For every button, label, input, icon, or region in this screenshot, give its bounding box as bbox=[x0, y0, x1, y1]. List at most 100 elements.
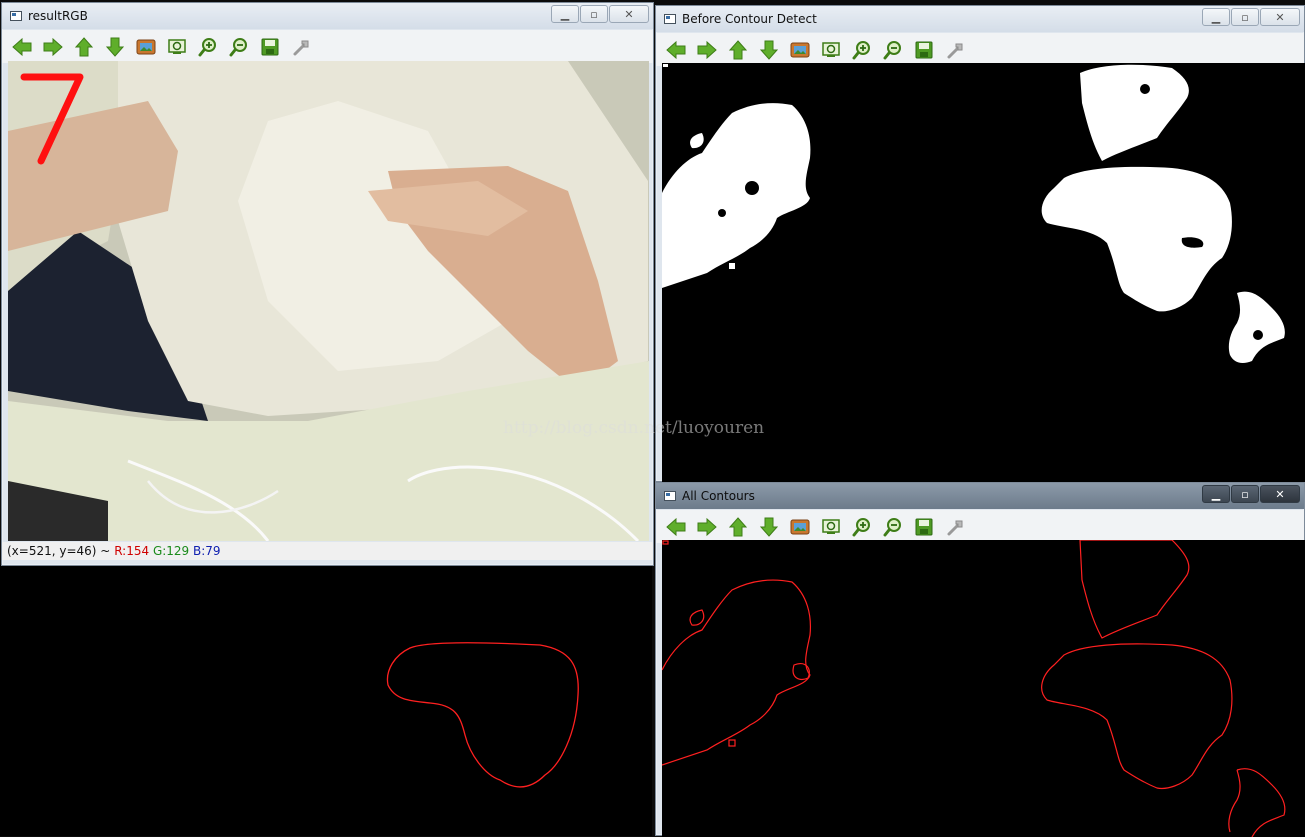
result-rgb-titlebar[interactable]: resultRGB ▁ ▫ ✕ bbox=[2, 3, 653, 29]
contour-hand-outline bbox=[386, 642, 579, 788]
toolbar-arrow-up-button[interactable] bbox=[722, 37, 753, 63]
close-icon: ✕ bbox=[624, 7, 634, 21]
arrow-down-icon bbox=[759, 39, 779, 61]
toolbar-arrow-right-button[interactable] bbox=[37, 34, 68, 60]
toolbar-arrow-right-button[interactable] bbox=[691, 37, 722, 63]
before-contour-window[interactable]: Before Contour Detect ▁ ▫ ✕ bbox=[655, 5, 1305, 483]
image-icon bbox=[136, 38, 156, 56]
zoom-fit-icon bbox=[167, 38, 187, 56]
maximize-button[interactable]: ▫ bbox=[1231, 8, 1259, 26]
binary-mask-image bbox=[662, 63, 1305, 483]
status-red-value: R:154 bbox=[114, 544, 150, 558]
zoom-in-icon bbox=[852, 517, 872, 537]
result-toolbar bbox=[2, 30, 653, 63]
app-window-icon bbox=[664, 491, 676, 501]
maximize-icon: ▫ bbox=[590, 7, 598, 21]
toolbar-arrow-up-button[interactable] bbox=[68, 34, 99, 60]
status-coords: (x=521, y=46) ~ bbox=[7, 544, 111, 558]
arrow-left-icon bbox=[11, 37, 33, 57]
image-icon bbox=[790, 518, 810, 536]
image-icon bbox=[790, 41, 810, 59]
toolbar-zoom-in-button[interactable] bbox=[846, 37, 877, 63]
minimize-button[interactable]: ▁ bbox=[551, 5, 579, 23]
zoom-fit-icon bbox=[821, 41, 841, 59]
zoom-in-icon bbox=[198, 37, 218, 57]
toolbar-arrow-down-button[interactable] bbox=[753, 514, 784, 540]
close-icon: ✕ bbox=[1275, 10, 1285, 24]
toolbar-arrow-up-button[interactable] bbox=[722, 514, 753, 540]
toolbar-properties-button[interactable] bbox=[939, 514, 970, 540]
toolbar-zoom-in-button[interactable] bbox=[846, 514, 877, 540]
close-button[interactable]: ✕ bbox=[609, 5, 649, 23]
arrow-down-icon bbox=[759, 516, 779, 538]
toolbar-zoom-in-button[interactable] bbox=[192, 34, 223, 60]
result-statusbar: (x=521, y=46) ~ R:154 G:129 B:79 bbox=[2, 542, 653, 560]
minimize-button[interactable]: ▁ bbox=[1202, 8, 1230, 26]
maximize-icon: ▫ bbox=[1241, 487, 1249, 501]
toolbar-arrow-down-button[interactable] bbox=[99, 34, 130, 60]
toolbar-zoom-out-button[interactable] bbox=[877, 37, 908, 63]
minimize-icon: ▁ bbox=[1211, 10, 1221, 24]
background-contour-image bbox=[0, 565, 652, 836]
toolbar-zoom-out-button[interactable] bbox=[877, 514, 908, 540]
window-title: resultRGB bbox=[28, 9, 88, 23]
zoom-fit-icon bbox=[821, 518, 841, 536]
contour-svg bbox=[662, 540, 1305, 837]
toolbar-save-button[interactable] bbox=[254, 34, 285, 60]
toolbar-arrow-right-button[interactable] bbox=[691, 514, 722, 540]
toolbar-properties-button[interactable] bbox=[939, 37, 970, 63]
status-blue-value: B:79 bbox=[193, 544, 221, 558]
arrow-left-icon bbox=[665, 517, 687, 537]
arrow-up-icon bbox=[74, 36, 94, 58]
arrow-right-icon bbox=[42, 37, 64, 57]
binary-mask-svg bbox=[662, 63, 1305, 483]
window-title: All Contours bbox=[682, 489, 755, 503]
toolbar-image-button[interactable] bbox=[784, 514, 815, 540]
toolbar-arrow-left-button[interactable] bbox=[660, 514, 691, 540]
toolbar-zoom-fit-button[interactable] bbox=[815, 37, 846, 63]
close-button[interactable]: ✕ bbox=[1260, 485, 1300, 503]
toolbar-properties-button[interactable] bbox=[285, 34, 316, 60]
properties-icon bbox=[945, 517, 965, 537]
contours-toolbar bbox=[656, 510, 1304, 543]
toolbar-zoom-out-button[interactable] bbox=[223, 34, 254, 60]
maximize-button[interactable]: ▫ bbox=[580, 5, 608, 23]
save-icon bbox=[261, 38, 279, 56]
all-contours-window[interactable]: All Contours ▁ ▫ ✕ bbox=[655, 482, 1305, 837]
arrow-right-icon bbox=[696, 40, 718, 60]
toolbar-zoom-fit-button[interactable] bbox=[161, 34, 192, 60]
zoom-out-icon bbox=[229, 37, 249, 57]
save-icon bbox=[915, 518, 933, 536]
close-icon: ✕ bbox=[1275, 487, 1285, 501]
arrow-up-icon bbox=[728, 516, 748, 538]
zoom-out-icon bbox=[883, 517, 903, 537]
toolbar-arrow-down-button[interactable] bbox=[753, 37, 784, 63]
save-icon bbox=[915, 41, 933, 59]
arrow-down-icon bbox=[105, 36, 125, 58]
before-toolbar bbox=[656, 33, 1304, 66]
camera-image bbox=[8, 61, 649, 541]
minimize-icon: ▁ bbox=[1211, 487, 1221, 501]
status-green-value: G:129 bbox=[152, 544, 190, 558]
arrow-right-icon bbox=[696, 517, 718, 537]
properties-icon bbox=[945, 40, 965, 60]
maximize-button[interactable]: ▫ bbox=[1231, 485, 1259, 503]
toolbar-zoom-fit-button[interactable] bbox=[815, 514, 846, 540]
camera-image-svg bbox=[8, 61, 649, 541]
toolbar-image-button[interactable] bbox=[130, 34, 161, 60]
all-contours-titlebar[interactable]: All Contours ▁ ▫ ✕ bbox=[656, 483, 1304, 509]
result-rgb-window[interactable]: resultRGB ▁ ▫ ✕ (x=521, y=46) ~ R:154 G:… bbox=[1, 2, 654, 566]
window-title: Before Contour Detect bbox=[682, 12, 817, 26]
maximize-icon: ▫ bbox=[1241, 10, 1249, 24]
before-contour-titlebar[interactable]: Before Contour Detect ▁ ▫ ✕ bbox=[656, 6, 1304, 32]
toolbar-save-button[interactable] bbox=[908, 514, 939, 540]
toolbar-save-button[interactable] bbox=[908, 37, 939, 63]
toolbar-arrow-left-button[interactable] bbox=[660, 37, 691, 63]
zoom-out-icon bbox=[883, 40, 903, 60]
minimize-button[interactable]: ▁ bbox=[1202, 485, 1230, 503]
toolbar-arrow-left-button[interactable] bbox=[6, 34, 37, 60]
close-button[interactable]: ✕ bbox=[1260, 8, 1300, 26]
contour-image bbox=[662, 540, 1305, 837]
zoom-in-icon bbox=[852, 40, 872, 60]
toolbar-image-button[interactable] bbox=[784, 37, 815, 63]
